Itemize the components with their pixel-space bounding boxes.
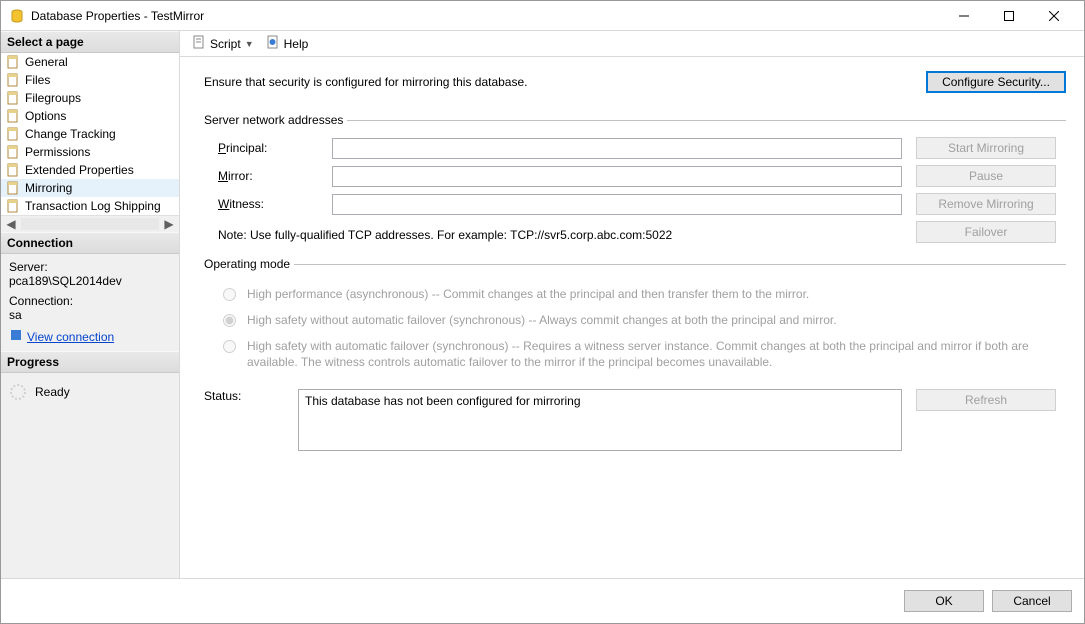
sidebar-item-label: Transaction Log Shipping (25, 199, 161, 213)
connection-label: Connection: (9, 294, 171, 308)
page-icon (5, 198, 21, 214)
server-addresses-group: Server network addresses Principal: Star… (204, 113, 1066, 243)
sidebar-item-options[interactable]: Options (1, 107, 179, 125)
addresses-legend: Server network addresses (204, 113, 347, 127)
scroll-track[interactable] (21, 218, 159, 230)
chevron-down-icon: ▼ (245, 39, 254, 49)
ok-button[interactable]: OK (904, 590, 984, 612)
dialog-footer: OK Cancel (1, 579, 1084, 623)
script-button[interactable]: Script ▼ (188, 35, 258, 52)
sidebar-item-transaction-log-shipping[interactable]: Transaction Log Shipping (1, 197, 179, 215)
window-title: Database Properties - TestMirror (31, 9, 941, 23)
nav-scrollbar[interactable]: ◀ ▶ (1, 215, 179, 232)
refresh-button: Refresh (916, 389, 1056, 411)
sidebar-item-label: Permissions (25, 145, 90, 159)
page-icon (5, 108, 21, 124)
help-label: Help (284, 37, 309, 51)
mode-text-3: High safety with automatic failover (syn… (247, 338, 1066, 370)
sidebar-item-label: Change Tracking (25, 127, 116, 141)
witness-input[interactable] (332, 194, 902, 215)
dialog-window: Database Properties - TestMirror Select … (0, 0, 1085, 624)
server-label: Server: (9, 260, 171, 274)
page-icon (5, 54, 21, 70)
mode-radio-1 (223, 288, 236, 301)
status-label: Status: (204, 389, 284, 403)
sidebar-item-general[interactable]: General (1, 53, 179, 71)
sidebar-item-permissions[interactable]: Permissions (1, 143, 179, 161)
page-icon (5, 144, 21, 160)
maximize-button[interactable] (986, 1, 1031, 31)
sidebar-item-label: Files (25, 73, 50, 87)
mirror-input[interactable] (332, 166, 902, 187)
progress-block: Ready (1, 373, 179, 411)
help-button[interactable]: Help (262, 35, 313, 52)
ensure-message: Ensure that security is configured for m… (204, 75, 926, 89)
sidebar-item-label: Filegroups (25, 91, 81, 105)
help-icon (266, 35, 280, 52)
select-page-header: Select a page (1, 31, 179, 53)
left-panel: Select a page General Files Filegroups Opti… (1, 31, 180, 578)
spinner-icon (9, 383, 27, 401)
server-value: pca189\SQL2014dev (9, 274, 171, 288)
script-icon (192, 35, 206, 52)
mirror-label: Mirror: (218, 169, 318, 183)
operating-mode-group: Operating mode High performance (asynchr… (204, 257, 1066, 375)
close-button[interactable] (1031, 1, 1076, 31)
sidebar-item-extended-properties[interactable]: Extended Properties (1, 161, 179, 179)
remove-mirroring-button: Remove Mirroring (916, 193, 1056, 215)
addresses-note: Note: Use fully-qualified TCP addresses.… (218, 222, 902, 242)
view-connection-link[interactable]: View connection (27, 330, 114, 344)
page-icon (5, 162, 21, 178)
mode-legend: Operating mode (204, 257, 294, 271)
mode-radio-2 (223, 314, 236, 327)
right-panel: Script ▼ Help Ensure that security is co… (180, 31, 1084, 578)
connection-block: Server: pca189\SQL2014dev Connection: sa… (1, 254, 179, 351)
titlebar: Database Properties - TestMirror (1, 1, 1084, 31)
connection-header: Connection (1, 232, 179, 254)
progress-header: Progress (1, 351, 179, 373)
progress-status: Ready (35, 385, 70, 399)
connection-value: sa (9, 308, 171, 322)
failover-button: Failover (916, 221, 1056, 243)
toolbar: Script ▼ Help (180, 31, 1084, 57)
sidebar-item-files[interactable]: Files (1, 71, 179, 89)
sidebar-item-label: General (25, 55, 68, 69)
page-icon (5, 72, 21, 88)
mode-text-2: High safety without automatic failover (… (247, 312, 1066, 328)
script-label: Script (210, 37, 241, 51)
minimize-button[interactable] (941, 1, 986, 31)
mode-high-safety-auto: High safety with automatic failover (syn… (218, 333, 1066, 375)
sidebar-item-change-tracking[interactable]: Change Tracking (1, 125, 179, 143)
mode-high-performance: High performance (asynchronous) -- Commi… (218, 281, 1066, 307)
scroll-right-icon[interactable]: ▶ (161, 217, 177, 231)
page-icon (5, 126, 21, 142)
sidebar-item-label: Options (25, 109, 66, 123)
scroll-left-icon[interactable]: ◀ (3, 217, 19, 231)
mode-radio-3 (223, 340, 236, 353)
cancel-button[interactable]: Cancel (992, 590, 1072, 612)
start-mirroring-button: Start Mirroring (916, 137, 1056, 159)
page-nav: General Files Filegroups Options Change Trac… (1, 53, 179, 215)
page-icon (5, 180, 21, 196)
principal-input[interactable] (332, 138, 902, 159)
pause-button: Pause (916, 165, 1056, 187)
principal-label: Principal: (218, 141, 318, 155)
configure-security-button[interactable]: Configure Security... (926, 71, 1066, 93)
connection-icon (9, 328, 23, 345)
sidebar-item-label: Mirroring (25, 181, 72, 195)
database-icon (9, 8, 25, 24)
witness-label: Witness: (218, 197, 318, 211)
sidebar-item-label: Extended Properties (25, 163, 134, 177)
sidebar-item-filegroups[interactable]: Filegroups (1, 89, 179, 107)
mode-text-1: High performance (asynchronous) -- Commi… (247, 286, 1066, 302)
page-icon (5, 90, 21, 106)
status-text: This database has not been configured fo… (298, 389, 902, 451)
mode-high-safety: High safety without automatic failover (… (218, 307, 1066, 333)
sidebar-item-mirroring[interactable]: Mirroring (1, 179, 179, 197)
